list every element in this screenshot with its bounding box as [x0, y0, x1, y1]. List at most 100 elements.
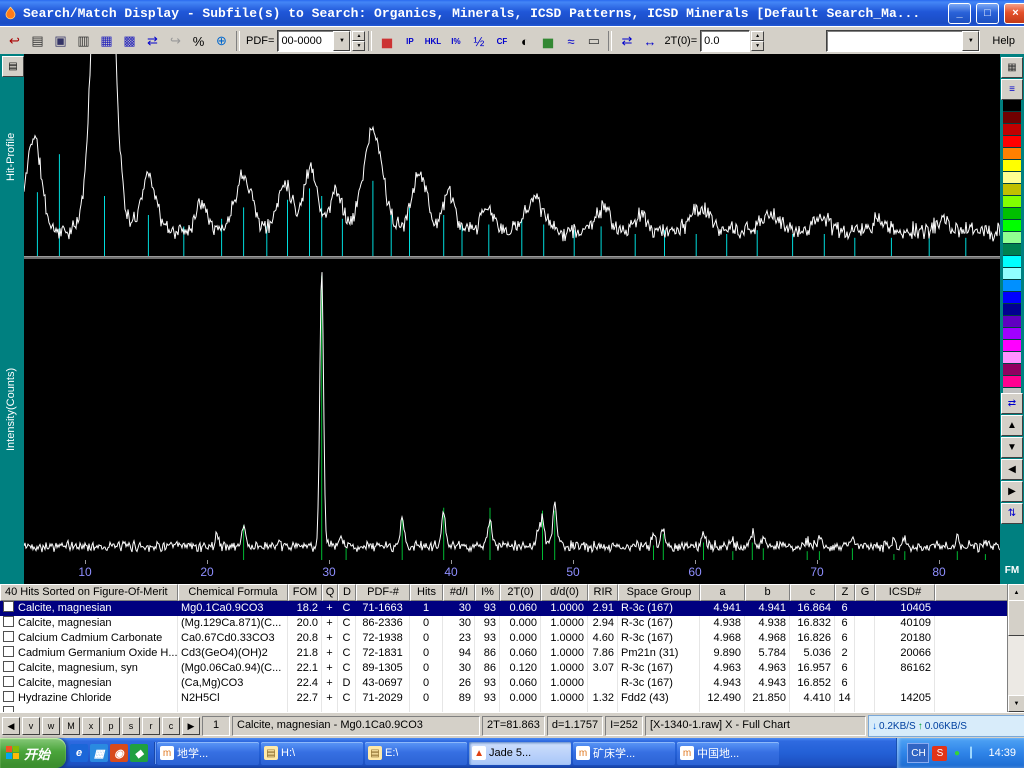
quicklaunch-messenger-icon[interactable]: ◆ — [130, 744, 149, 762]
antivirus-tray-icon[interactable]: ● — [949, 746, 964, 761]
scrollbar-thumb[interactable] — [1008, 600, 1024, 636]
column-header[interactable]: Z — [835, 584, 855, 601]
hit-row[interactable]: Calcite, magnesian (Mg.129Ca.871)(C... 20.… — [0, 616, 1008, 631]
task-button-china-geology[interactable]: m 中国地... — [677, 741, 780, 765]
palette-color-swatch[interactable] — [1003, 376, 1021, 388]
pan-right-button[interactable]: ▶ — [1001, 481, 1023, 502]
spinner-up-icon[interactable]: ▲ — [352, 31, 366, 41]
palette-color-swatch[interactable] — [1003, 340, 1021, 352]
status-letter-M-button[interactable]: M — [62, 717, 80, 735]
quicklaunch-media-icon[interactable]: ◉ — [110, 744, 129, 762]
task-button-geology[interactable]: m 地学... — [157, 741, 260, 765]
mini-chart-button[interactable]: ▦ — [1001, 57, 1023, 78]
column-header[interactable]: 2T(0) — [500, 584, 541, 601]
row-checkbox[interactable] — [3, 616, 14, 627]
task-button-jade[interactable]: ▲ Jade 5... — [469, 741, 572, 765]
spinner-up-icon[interactable]: ▲ — [751, 31, 765, 41]
pan-left-button[interactable]: ◀ — [1001, 459, 1023, 480]
row-checkbox[interactable] — [3, 661, 14, 672]
column-header[interactable]: 40 Hits Sorted on Figure-Of-Merit — [0, 584, 178, 601]
palette-color-swatch[interactable] — [1003, 232, 1021, 244]
status-letter-s-button[interactable]: s — [122, 717, 140, 735]
hit-row[interactable]: Calcite, magnesian (Ca,Mg)CO3 22.4 + D 43-069… — [0, 676, 1008, 691]
forward-button[interactable]: ↪ — [164, 30, 187, 52]
save-button[interactable]: ▣ — [49, 30, 72, 52]
palette-color-swatch[interactable] — [1003, 316, 1021, 328]
profile-fit-button[interactable]: ≈ — [559, 30, 582, 52]
maximize-button[interactable]: □ — [976, 2, 999, 24]
full-range-button[interactable]: ↔ — [638, 30, 661, 52]
palette-color-swatch[interactable] — [1003, 124, 1021, 136]
print-setup-button[interactable]: ▥ — [72, 30, 95, 52]
pattern-select-combobox[interactable]: ▼ — [826, 30, 981, 52]
palette-color-swatch[interactable] — [1003, 364, 1021, 376]
column-header[interactable]: a — [700, 584, 745, 601]
row-checkbox[interactable] — [3, 646, 14, 657]
language-indicator[interactable]: CH — [907, 743, 930, 763]
palette-color-swatch[interactable] — [1003, 148, 1021, 160]
palette-color-swatch[interactable] — [1003, 304, 1021, 316]
scrollbar-up-icon[interactable]: ▲ — [1008, 584, 1024, 601]
column-header[interactable]: c — [790, 584, 835, 601]
status-letter-x-button[interactable]: x — [82, 717, 100, 735]
network-speed-monitor[interactable]: ↓ 0.2KB/S ↑ 0.06KB/S — [868, 715, 1024, 737]
sync-views-button[interactable]: ⇄ — [141, 30, 164, 52]
grid-view-button[interactable]: ▩ — [118, 30, 141, 52]
hit-row[interactable]: Calcite, magnesium, syn (Mg0.06Ca0.94)(C.… — [0, 661, 1008, 676]
internet-button[interactable]: ⊕ — [210, 30, 233, 52]
palette-color-swatch[interactable] — [1003, 220, 1021, 232]
hit-profile-chart[interactable] — [24, 54, 1000, 256]
palette-color-swatch[interactable] — [1003, 100, 1021, 112]
column-header[interactable]: Space Group — [618, 584, 700, 601]
expand-axes-button[interactable]: ⇄ — [615, 30, 638, 52]
panel-properties-button[interactable]: ▤ — [2, 56, 24, 77]
swap-axes-button[interactable]: ⇄ — [1001, 393, 1023, 414]
status-letter-v-button[interactable]: v — [22, 717, 40, 735]
palette-color-swatch[interactable] — [1003, 280, 1021, 292]
palette-color-swatch[interactable] — [1003, 256, 1021, 268]
task-button-e-drive[interactable]: ▤ E:\ — [365, 741, 468, 765]
exit-button[interactable]: ↩ — [3, 30, 26, 52]
row-checkbox[interactable] — [3, 691, 14, 702]
task-button-h-drive[interactable]: ▤ H:\ — [261, 741, 364, 765]
fit-vertical-button[interactable]: ⇅ — [1001, 503, 1023, 524]
pdf-number-spinner[interactable]: ▲ ▼ — [352, 31, 366, 51]
column-header[interactable]: D — [338, 584, 356, 601]
dropdown-arrow-icon[interactable]: ▼ — [333, 31, 351, 51]
invert-contrast-button[interactable]: ◐ — [513, 30, 536, 52]
task-button-ore-deposits[interactable]: m 矿床学... — [573, 741, 676, 765]
quicklaunch-ie-icon[interactable]: e — [70, 744, 89, 762]
column-header[interactable]: Chemical Formula — [178, 584, 288, 601]
palette-color-swatch[interactable] — [1003, 112, 1021, 124]
quicklaunch-desktop-icon[interactable]: ▦ — [90, 744, 109, 762]
next-hit-button[interactable]: ▶ — [182, 717, 200, 735]
row-checkbox[interactable] — [3, 631, 14, 642]
report-button[interactable]: ▦ — [95, 30, 118, 52]
status-letter-w-button[interactable]: w — [42, 717, 60, 735]
row-checkbox[interactable] — [3, 601, 14, 612]
hit-row[interactable]: Hydrazine Chloride N2H5Cl 22.7 + C 71-2029 0 89… — [0, 691, 1008, 706]
column-header[interactable] — [935, 584, 1008, 601]
help-button[interactable]: Help — [986, 30, 1021, 52]
search-match-button[interactable]: % — [187, 30, 210, 52]
column-header[interactable]: #d/I — [443, 584, 475, 601]
scrollbar-down-icon[interactable]: ▼ — [1008, 695, 1024, 712]
status-letter-r-button[interactable]: r — [142, 717, 160, 735]
column-header[interactable]: PDF-# — [356, 584, 410, 601]
network-tray-icon[interactable]: ▎ — [966, 746, 981, 761]
column-header[interactable]: d/d(0) — [541, 584, 588, 601]
status-letter-c-button[interactable]: c — [162, 717, 180, 735]
column-header[interactable]: ICSD# — [875, 584, 935, 601]
palette-color-swatch[interactable] — [1003, 172, 1021, 184]
status-letter-p-button[interactable]: p — [102, 717, 120, 735]
dropdown-arrow-icon[interactable]: ▼ — [962, 31, 980, 51]
table-scrollbar[interactable]: ▲ ▼ — [1007, 584, 1024, 712]
palette-color-swatch[interactable] — [1003, 352, 1021, 364]
palette-color-swatch[interactable] — [1003, 244, 1021, 256]
pdf-number-combobox[interactable]: 00-0000 ▼ — [277, 30, 352, 52]
i-percent-button[interactable]: I% — [444, 30, 467, 52]
half-width-button[interactable]: ½ — [467, 30, 490, 52]
column-header[interactable]: G — [855, 584, 875, 601]
column-header[interactable]: Q — [322, 584, 338, 601]
sogou-tray-icon[interactable]: S — [932, 745, 948, 761]
